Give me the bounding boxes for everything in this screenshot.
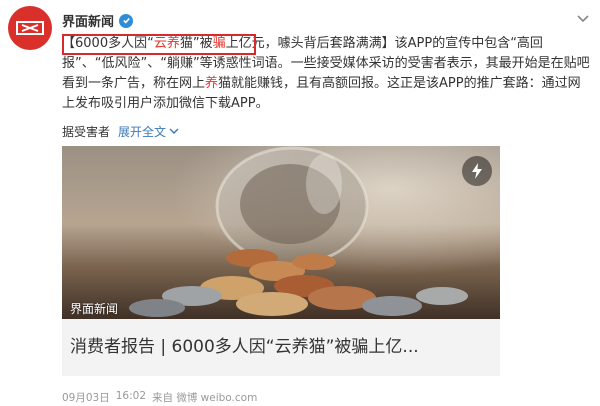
chevron-down-icon[interactable] [576, 14, 590, 24]
text-red3: 养 [205, 76, 219, 91]
article-card[interactable]: 界面新闻 消费者报告 | 6000多人因“云养猫”被骗上亿... [62, 146, 500, 376]
expand-link[interactable]: 展开全文 [118, 123, 179, 140]
coin-jar-illustration [62, 146, 500, 319]
card-brand: 界面新闻 [70, 302, 119, 316]
post-footer: 09月03日 16:02 来自 微博 weibo.com [62, 390, 257, 405]
post-date[interactable]: 09月03日 [62, 390, 110, 405]
lightning-icon [462, 156, 492, 186]
jiemian-logo-icon [16, 21, 44, 35]
author-line: 界面新闻 [62, 11, 134, 30]
author-name[interactable]: 界面新闻 [62, 11, 114, 30]
card-title[interactable]: 消费者报告 | 6000多人因“云养猫”被骗上亿... [70, 332, 490, 357]
avatar[interactable] [8, 6, 52, 50]
expand-label: 展开全文 [118, 125, 167, 139]
post-time[interactable]: 16:02 [116, 390, 146, 405]
headline-highlight-box [62, 34, 256, 55]
source-line: 据受害者 展开全文 [62, 123, 179, 140]
source-label: 据受害者 [62, 125, 111, 139]
chevron-down-icon [169, 128, 179, 134]
article-image: 界面新闻 [62, 146, 500, 319]
post-source[interactable]: 来自 微博 weibo.com [152, 390, 257, 405]
verified-icon [119, 13, 134, 28]
